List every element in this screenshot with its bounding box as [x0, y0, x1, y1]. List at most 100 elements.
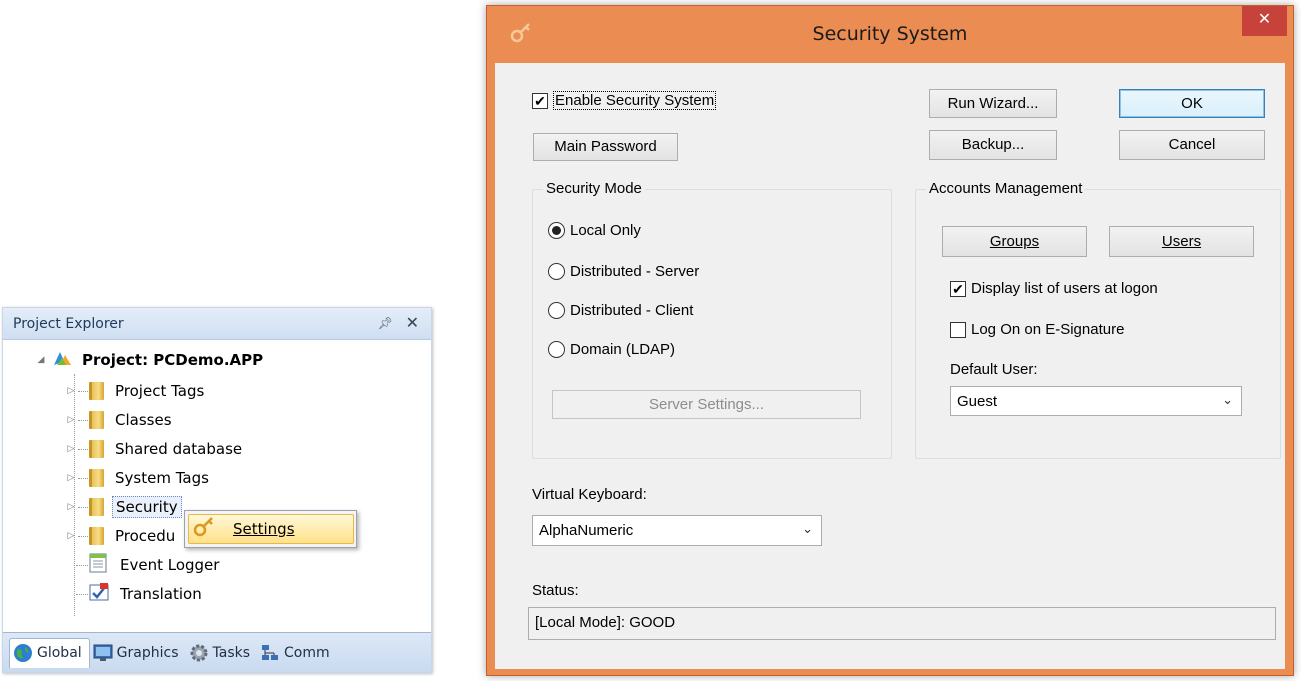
check-icon: ✔ [950, 280, 966, 297]
run-wizard-label: Run Wizard... [947, 95, 1039, 112]
radio-domain-ldap[interactable]: Domain (LDAP) [548, 341, 675, 358]
radio-distributed-client[interactable]: Distributed - Client [548, 302, 693, 319]
expand-arrow-icon[interactable]: ▷ [65, 386, 77, 396]
dialog-titlebar[interactable]: Security System ✕ [487, 6, 1293, 63]
translation-icon [89, 582, 109, 606]
accounts-management-title: Accounts Management [926, 180, 1086, 197]
radio-icon [548, 341, 565, 358]
tree-item-event-logger[interactable]: Event Logger [75, 553, 222, 577]
log-on-esignature-label: Log On on E-Signature [971, 321, 1125, 338]
log-on-esignature-checkbox[interactable]: Log On on E-Signature [950, 321, 1124, 338]
radio-distributed-server-label: Distributed - Server [570, 263, 700, 280]
ok-label: OK [1181, 95, 1203, 112]
expand-arrow-icon[interactable]: ▷ [65, 531, 77, 541]
radio-distributed-server[interactable]: Distributed - Server [548, 263, 699, 280]
folder-icon [89, 469, 104, 487]
folder-icon [89, 440, 104, 458]
globe-icon [13, 643, 33, 663]
security-mode-group: Security Mode Local Only Distributed - S… [532, 180, 892, 459]
virtual-keyboard-select[interactable]: AlphaNumeric ⌄ [532, 515, 822, 546]
dialog-body: ✔ Enable Security System Main Password R… [495, 63, 1285, 669]
tab-global[interactable]: Global [9, 637, 90, 668]
gear-icon [189, 643, 209, 663]
network-icon [260, 643, 280, 663]
expand-arrow-icon[interactable]: ▷ [65, 502, 77, 512]
cancel-button[interactable]: Cancel [1119, 130, 1265, 160]
cancel-label: Cancel [1168, 136, 1216, 153]
chevron-down-icon: ⌄ [802, 521, 813, 536]
display-users-label: Display list of users at logon [971, 280, 1158, 297]
close-icon[interactable]: ✕ [406, 313, 419, 333]
radio-local-only-label: Local Only [570, 222, 641, 239]
dialog-title: Security System [812, 23, 968, 45]
security-system-dialog: Security System ✕ ✔ Enable Security Syst… [486, 5, 1294, 676]
tree-item-translation[interactable]: Translation [75, 582, 205, 606]
folder-icon [89, 498, 104, 516]
context-menu: Settings [184, 510, 357, 548]
groups-button[interactable]: Groups [942, 226, 1087, 257]
tree-item-procedures[interactable]: ▷ Procedu [65, 524, 178, 548]
status-label: Status: [532, 582, 579, 599]
default-user-value: Guest [957, 392, 998, 410]
radio-domain-ldap-label: Domain (LDAP) [570, 341, 676, 358]
tab-graphics-label: Graphics [116, 644, 179, 661]
expand-arrow-icon[interactable]: ▷ [65, 473, 77, 483]
tree-item-label: Shared database [115, 440, 243, 458]
accounts-management-group: Accounts Management Groups Users ✔ Displ… [915, 180, 1281, 459]
dialog-close-button[interactable]: ✕ [1242, 6, 1287, 36]
tree-item-project-tags[interactable]: ▷ Project Tags [65, 379, 207, 403]
status-field: [Local Mode]: GOOD [528, 607, 1276, 640]
monitor-icon [93, 643, 113, 663]
tree-item-system-tags[interactable]: ▷ System Tags [65, 466, 212, 490]
settings-label: Settings [233, 520, 295, 538]
event-logger-icon [89, 553, 109, 577]
expand-arrow-icon[interactable]: ▷ [65, 415, 77, 425]
context-menu-settings[interactable]: Settings [188, 514, 354, 544]
radio-local-only[interactable]: Local Only [548, 222, 641, 239]
tree-root-label: Project: PCDemo.APP [82, 351, 264, 369]
tree-item-label: Event Logger [120, 556, 220, 574]
virtual-keyboard-label: Virtual Keyboard: [532, 486, 647, 503]
pin-icon[interactable]: 📌︎ [378, 316, 393, 330]
expand-arrow-icon[interactable]: ▷ [65, 444, 77, 454]
tab-comm[interactable]: Comm [257, 638, 337, 668]
tab-tasks[interactable]: Tasks [186, 638, 258, 668]
folder-icon [89, 382, 104, 400]
tree-item-label: System Tags [115, 469, 209, 487]
users-label: Users [1161, 233, 1202, 250]
server-settings-button[interactable]: Server Settings... [552, 390, 861, 419]
run-wizard-button[interactable]: Run Wizard... [929, 89, 1057, 118]
enable-security-label: Enable Security System [553, 91, 717, 110]
tab-graphics[interactable]: Graphics [90, 638, 186, 668]
folder-icon [89, 411, 104, 429]
folder-icon [89, 527, 104, 545]
check-icon: ✔ [532, 92, 548, 109]
tab-global-label: Global [37, 645, 82, 661]
tree-root[interactable]: ◢ Project: PCDemo.APP [35, 348, 266, 372]
tree-item-label: Classes [115, 411, 172, 429]
radio-icon [548, 263, 565, 280]
tree-item-classes[interactable]: ▷ Classes [65, 408, 175, 432]
backup-button[interactable]: Backup... [929, 130, 1057, 160]
default-user-select[interactable]: Guest ⌄ [950, 386, 1242, 416]
tree-item-shared-database[interactable]: ▷ Shared database [65, 437, 245, 461]
main-password-label: Main Password [554, 138, 657, 155]
tree-item-label: Procedu [115, 527, 176, 545]
tab-tasks-label: Tasks [212, 644, 251, 661]
main-password-button[interactable]: Main Password [533, 133, 678, 161]
status-value: [Local Mode]: GOOD [535, 614, 676, 631]
project-explorer-panel: Project Explorer 📌︎ ✕ ◢ Project: PCDemo.… [2, 307, 432, 673]
checkbox-empty-icon [950, 321, 966, 338]
backup-label: Backup... [961, 136, 1025, 153]
tree-item-security[interactable]: ▷ Security [65, 495, 182, 519]
key-icon [189, 514, 219, 544]
users-button[interactable]: Users [1109, 226, 1254, 257]
ok-button[interactable]: OK [1119, 89, 1265, 118]
enable-security-checkbox[interactable]: ✔ Enable Security System [532, 91, 717, 110]
display-users-checkbox[interactable]: ✔ Display list of users at logon [950, 280, 1158, 297]
chevron-down-icon: ⌄ [1222, 392, 1233, 407]
tree-item-label: Translation [120, 585, 202, 603]
project-icon [51, 349, 73, 371]
virtual-keyboard-value: AlphaNumeric [539, 522, 634, 539]
collapse-arrow-icon[interactable]: ◢ [35, 355, 47, 365]
